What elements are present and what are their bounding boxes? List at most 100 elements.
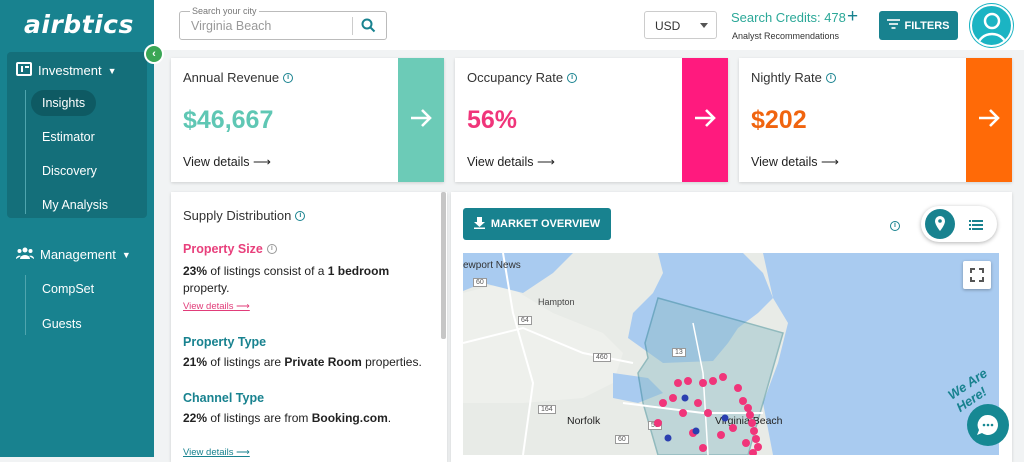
kpi-value: $46,667 [183,106,274,134]
info-icon[interactable]: i [825,72,836,83]
market-overview-label: MARKET OVERVIEW [490,218,601,230]
info-icon[interactable]: i [890,221,900,231]
kpi-title: Nightly Rate i [751,70,836,85]
market-overview-button[interactable]: MARKET OVERVIEW [463,208,611,240]
search-icon[interactable] [361,18,376,38]
kpi-arrow-button[interactable] [966,58,1012,182]
view-details-text: View details [183,447,234,458]
info-icon[interactable]: i [567,72,578,83]
chevron-down-icon: ▼ [121,249,131,260]
view-details-link[interactable]: View details ⟶ [183,447,250,458]
market-map[interactable]: ewport News Hampton Norfolk Virginia Bea… [463,253,999,455]
kpi-value: 56% [467,106,518,134]
currency-value: USD [655,19,681,33]
section-pct: 23% [183,264,208,278]
nav-tree-line [25,275,26,335]
section-text: 21% of listings are Private Room propert… [183,354,423,371]
kpi-title-text: Occupancy Rate [467,70,564,85]
filter-icon [887,19,901,32]
listing-markers [463,253,999,455]
kpi-value: $202 [751,106,807,134]
arrow-right-icon [693,108,717,133]
section-bold: Booking.com [311,411,388,425]
section-text-end: property. [183,281,230,295]
user-avatar[interactable] [970,4,1013,47]
sidebar-item-my-analysis[interactable]: My Analysis [42,198,108,212]
info-icon[interactable]: i [283,72,294,83]
collapse-sidebar-button[interactable]: ‹ [144,44,164,64]
nav-investment[interactable]: Investment ▼ [16,62,117,79]
info-icon[interactable]: i [295,210,306,221]
section-text-mid: of listings consist of a [207,264,328,278]
sidebar-item-insights[interactable]: Insights [31,90,97,116]
supply-title: Supply Distribution i [183,208,306,223]
analyst-recommendations-link[interactable]: Analyst Recommendations [732,31,839,41]
download-icon [473,216,485,232]
info-icon[interactable]: i [266,244,277,254]
section-text-mid: of listings are [207,355,285,369]
location-pin-icon [925,216,955,243]
section-text-end: . [387,411,392,425]
list-view-icon[interactable] [969,218,983,236]
kpi-title-text: Annual Revenue [183,70,280,85]
supply-title-text: Supply Distribution [183,208,292,223]
section-text-mid: of listings are from [207,411,312,425]
fullscreen-icon [963,268,991,293]
section-channel-type: Channel Type [183,391,265,405]
arrow-right-icon [977,108,1001,133]
currency-select[interactable]: USD [644,11,717,39]
section-property-type: Property Type [183,335,267,349]
kpi-card-nightly-rate: Nightly Rate i $202 View details ⟶ [739,58,1012,182]
section-property-size: Property Size i [183,242,277,256]
view-details-text: View details [467,155,534,169]
view-details-link[interactable]: View details ⟶ [183,301,250,312]
search-credits: Search Credits: 478 [731,10,846,25]
search-divider [352,17,353,35]
kpi-arrow-button[interactable] [682,58,728,182]
chat-button[interactable] [967,404,1009,446]
sidebar-item-estimator[interactable]: Estimator [42,130,95,144]
listing-dots [654,373,762,455]
nav-tree-line [25,90,26,214]
sidebar-item-compset[interactable]: CompSet [42,282,94,296]
city-search[interactable]: Search your city Virginia Beach [179,6,387,40]
map-view-button[interactable] [925,209,955,239]
map-list-toggle[interactable] [921,206,997,242]
arrow-right-icon [409,108,433,133]
sidebar: airbtics Investment ▼ Insights Estimator… [0,0,154,457]
sidebar-item-discovery[interactable]: Discovery [42,164,97,178]
people-icon [15,247,35,262]
add-credits-icon[interactable]: + [847,6,858,28]
view-details-link[interactable]: View details ⟶ [183,154,271,169]
kpi-arrow-button[interactable] [398,58,444,182]
section-pct: 22% [183,411,208,425]
section-bold: Private Room [284,355,362,369]
analytics-icon [16,62,32,79]
scrollbar-thumb[interactable] [441,192,446,339]
section-text: 23% of listings consist of a 1 bedroom p… [183,263,423,297]
nav-investment-label: Investment [38,63,102,78]
view-details-text: View details [183,155,250,169]
section-heading: Property Size [183,242,263,256]
app-logo[interactable]: airbtics [24,10,134,39]
chat-bubble-icon [967,414,1009,450]
section-text: 22% of listings are from Booking.com. [183,410,423,427]
fullscreen-button[interactable] [963,261,991,289]
nav-management[interactable]: Management ▼ [15,247,131,262]
search-label: Search your city [190,6,259,16]
view-details-link[interactable]: View details ⟶ [751,154,839,169]
view-details-text: View details [751,155,818,169]
kpi-card-occupancy-rate: Occupancy Rate i 56% View details ⟶ [455,58,728,182]
supply-distribution-card: Supply Distribution i Property Size i 23% … [171,192,447,462]
kpi-title: Annual Revenue i [183,70,294,85]
filters-button[interactable]: FILTERS [879,11,958,40]
view-details-link[interactable]: View details ⟶ [467,154,555,169]
search-input[interactable]: Virginia Beach [191,19,271,33]
filters-label: FILTERS [904,19,950,32]
view-details-text: View details [183,301,234,312]
section-pct: 21% [183,355,208,369]
kpi-title: Occupancy Rate i [467,70,578,85]
chevron-down-icon: ▼ [107,65,117,76]
nav-management-label: Management [40,247,116,262]
sidebar-item-guests[interactable]: Guests [42,317,82,331]
